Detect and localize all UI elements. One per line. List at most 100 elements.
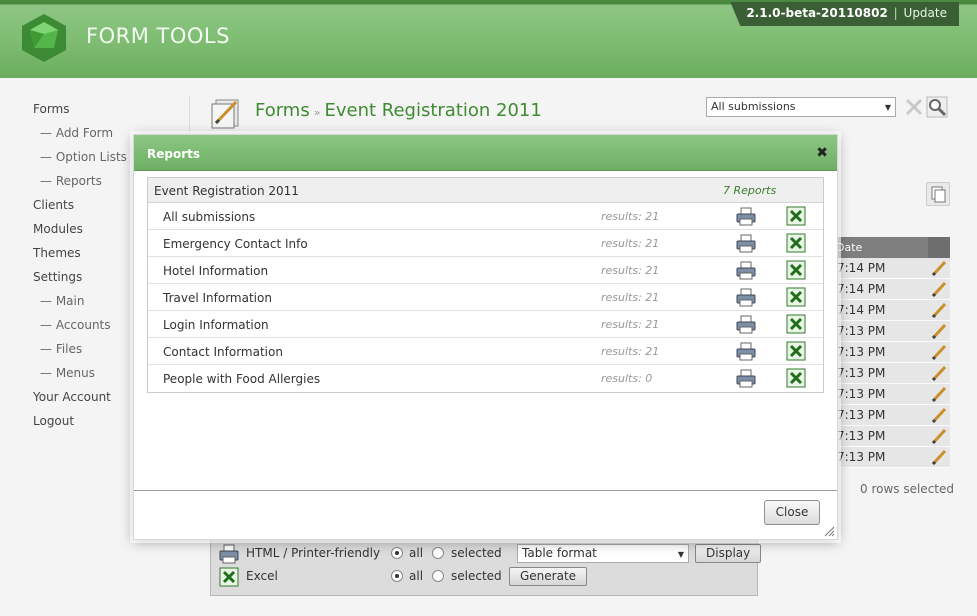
report-row: All submissions results: 21: [148, 203, 823, 230]
edit-icon[interactable]: [930, 302, 948, 319]
report-results: results: 21: [601, 318, 660, 331]
dialog-titlebar[interactable]: Reports ✖: [134, 135, 837, 171]
table-row: 7:13 PM: [830, 447, 950, 468]
table-row: 7:14 PM: [830, 279, 950, 300]
dialog-title: Reports: [147, 147, 201, 161]
printer-icon[interactable]: [736, 288, 756, 307]
html-printer-label: HTML / Printer-friendly: [246, 546, 381, 560]
table-row: 7:13 PM: [830, 342, 950, 363]
reports-table: Event Registration 2011 7 Reports All su…: [147, 177, 824, 393]
update-link[interactable]: Update: [904, 6, 947, 20]
excel-all-label: all: [409, 569, 424, 583]
report-name: Contact Information: [163, 345, 283, 359]
row-date: 7:14 PM: [837, 303, 886, 317]
rows-selected-count: 0 rows selected: [860, 482, 954, 496]
edit-icon[interactable]: [930, 323, 948, 340]
row-date: 7:13 PM: [837, 387, 886, 401]
app-header: FORM TOOLS 2.1.0-beta-20110802 | Update: [0, 0, 977, 78]
excel-icon: [219, 567, 239, 587]
report-row: Emergency Contact Info results: 21: [148, 230, 823, 257]
content-divider: [189, 96, 190, 136]
report-name: People with Food Allergies: [163, 372, 321, 386]
printer-icon: [219, 544, 239, 564]
clear-search-icon[interactable]: [903, 96, 925, 118]
form-tools-logo-icon: [22, 14, 66, 62]
version-number: 2.1.0-beta-20110802: [746, 6, 888, 20]
row-date: 7:13 PM: [837, 324, 886, 338]
edit-icon[interactable]: [930, 428, 948, 445]
printer-icon[interactable]: [736, 315, 756, 334]
edit-icon[interactable]: [930, 281, 948, 298]
report-name: Login Information: [163, 318, 269, 332]
breadcrumb-arrow: »: [313, 106, 321, 119]
display-button[interactable]: Display: [695, 544, 762, 563]
resize-grip-icon[interactable]: [824, 526, 835, 537]
reports-count: 7 Reports: [723, 184, 777, 197]
excel-icon[interactable]: [786, 206, 806, 226]
edit-icon[interactable]: [930, 365, 948, 382]
report-name: Emergency Contact Info: [163, 237, 308, 251]
excel-icon[interactable]: [786, 287, 806, 307]
search-icon[interactable]: [926, 96, 948, 118]
excel-icon[interactable]: [786, 233, 806, 253]
excel-icon[interactable]: [786, 368, 806, 388]
report-name: Hotel Information: [163, 264, 269, 278]
edit-icon[interactable]: [930, 407, 948, 424]
format-select[interactable]: Table format ▼: [517, 544, 689, 563]
table-row: 7:13 PM: [830, 321, 950, 342]
table-row: 7:13 PM: [830, 384, 950, 405]
close-button[interactable]: Close: [764, 500, 820, 525]
table-row: 7:13 PM: [830, 363, 950, 384]
row-date: 7:13 PM: [837, 429, 886, 443]
printer-icon[interactable]: [736, 234, 756, 253]
edit-icon[interactable]: [930, 344, 948, 361]
excel-all-radio[interactable]: [391, 570, 403, 582]
html-selected-radio[interactable]: [432, 547, 444, 559]
chevron-down-icon: ▼: [677, 550, 684, 559]
table-row: 7:13 PM: [830, 405, 950, 426]
report-results: results: 21: [601, 210, 660, 223]
export-excel-row: Excel all selected Generate: [219, 566, 759, 588]
excel-selected-label: selected: [451, 569, 502, 583]
printer-icon[interactable]: [736, 207, 756, 226]
date-column-header[interactable]: Date: [830, 237, 950, 258]
html-selected-label: selected: [451, 546, 502, 560]
report-results: results: 21: [601, 264, 660, 277]
export-panel: HTML / Printer-friendly all selected Tab…: [210, 536, 762, 596]
breadcrumb-form-name: Event Registration 2011: [324, 100, 542, 121]
reports-form-name: Event Registration 2011: [154, 184, 299, 198]
printer-icon[interactable]: [736, 369, 756, 388]
excel-icon[interactable]: [786, 341, 806, 361]
printer-icon[interactable]: [736, 261, 756, 280]
version-bar: 2.1.0-beta-20110802 | Update: [730, 2, 959, 26]
row-date: 7:13 PM: [837, 408, 886, 422]
close-icon[interactable]: ✖: [816, 145, 828, 161]
edit-icon[interactable]: [930, 449, 948, 466]
excel-selected-radio[interactable]: [432, 570, 444, 582]
edit-icon[interactable]: [930, 260, 948, 277]
generate-button[interactable]: Generate: [509, 567, 588, 586]
view-select-value: All submissions: [711, 100, 796, 113]
excel-label: Excel: [246, 569, 278, 583]
copy-icon[interactable]: [926, 182, 950, 206]
report-row: Login Information results: 21: [148, 311, 823, 338]
table-row: 7:13 PM: [830, 426, 950, 447]
report-row: Contact Information results: 21: [148, 338, 823, 365]
breadcrumb-forms[interactable]: Forms: [255, 100, 310, 121]
printer-icon[interactable]: [736, 342, 756, 361]
html-all-radio[interactable]: [391, 547, 403, 559]
report-row: Hotel Information results: 21: [148, 257, 823, 284]
chevron-down-icon: ▼: [884, 103, 891, 112]
excel-icon[interactable]: [786, 314, 806, 334]
row-date: 7:14 PM: [837, 261, 886, 275]
report-results: results: 21: [601, 345, 660, 358]
export-html-row: HTML / Printer-friendly all selected Tab…: [219, 543, 762, 565]
sidebar-item-forms[interactable]: Forms: [33, 100, 183, 124]
reports-table-header: Event Registration 2011 7 Reports: [148, 178, 823, 203]
edit-icon[interactable]: [930, 386, 948, 403]
page-title: Forms» Event Registration 2011: [255, 100, 542, 121]
report-name: All submissions: [163, 210, 256, 224]
view-select[interactable]: All submissions ▼: [706, 97, 896, 117]
excel-icon[interactable]: [786, 260, 806, 280]
table-row: 7:14 PM: [830, 258, 950, 279]
